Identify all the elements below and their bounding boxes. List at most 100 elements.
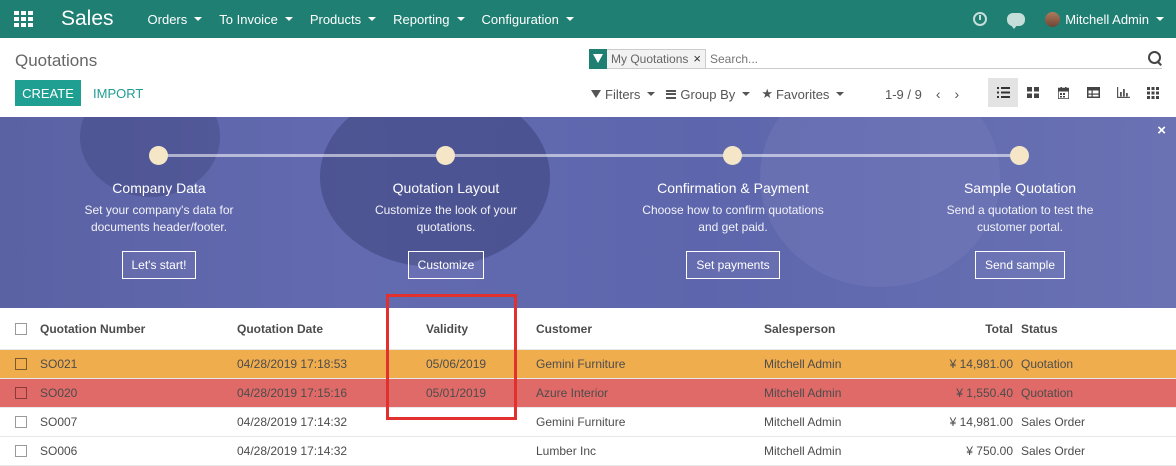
grid-view-button[interactable] (1138, 78, 1168, 107)
select-all-checkbox[interactable] (15, 322, 27, 335)
caret-down-icon (368, 17, 377, 21)
menu-orders[interactable]: Orders (148, 12, 203, 27)
menu-reporting[interactable]: Reporting (393, 12, 465, 27)
caret-down-icon (742, 92, 751, 96)
cell-number: SO007 (40, 415, 78, 429)
step-dot (149, 146, 168, 165)
page-title: Quotations (15, 51, 98, 70)
lets-start-button[interactable]: Let's start! (121, 251, 197, 279)
caret-down-icon (836, 92, 845, 96)
table-row[interactable]: SO006 04/28/2019 17:14:32 Lumber Inc Mit… (0, 437, 1176, 466)
main-menu: Orders To Invoice Products Reporting Con… (148, 12, 591, 27)
caret-down-icon (647, 92, 656, 96)
step-description: Customize the look of your quotations. (331, 202, 561, 236)
search-icon[interactable] (1148, 51, 1162, 65)
cell-status: Quotation (1021, 386, 1074, 400)
onboarding-banner: × Company Data Set your company's data f… (0, 117, 1176, 308)
apps-menu-icon[interactable] (14, 11, 34, 27)
app-brand[interactable]: Sales (61, 7, 114, 31)
step-description: Choose how to confirm quotations and get … (618, 202, 848, 236)
cell-status: Sales Order (1021, 444, 1086, 458)
close-icon[interactable]: × (1157, 122, 1166, 139)
pager-previous-icon[interactable]: ‹ (936, 86, 941, 102)
user-name: Mitchell Admin (1065, 11, 1149, 27)
caret-down-icon (284, 17, 293, 21)
caret-down-icon (1156, 17, 1164, 21)
cell-salesperson: Mitchell Admin (764, 386, 842, 400)
filters-dropdown[interactable]: Filters (591, 86, 656, 102)
set-payments-button[interactable]: Set payments (686, 251, 780, 279)
step-title: Company Data (112, 180, 206, 196)
kanban-view-button[interactable] (1018, 78, 1048, 107)
cell-date: 04/28/2019 17:15:16 (237, 386, 348, 400)
cell-date: 04/28/2019 17:14:32 (237, 415, 348, 429)
caret-down-icon (456, 17, 465, 21)
groupby-dropdown[interactable]: Group By (666, 86, 751, 102)
menu-label: Orders (147, 11, 188, 27)
column-header-salesperson[interactable]: Salesperson (764, 322, 835, 336)
row-checkbox[interactable] (15, 358, 27, 370)
pager-next-icon[interactable]: › (955, 86, 960, 102)
quotations-table: Quotation Number Quotation Date Validity… (0, 308, 1176, 466)
messaging-chat-icon[interactable] (1007, 12, 1026, 29)
bars-icon (666, 89, 677, 99)
table-row[interactable]: SO021 04/28/2019 17:18:53 05/06/2019 Gem… (0, 350, 1176, 379)
favorites-label: Favorites (775, 86, 830, 102)
menu-configuration[interactable]: Configuration (482, 12, 574, 27)
column-header-status[interactable]: Status (1021, 322, 1058, 336)
pager-value[interactable]: 1-9 / 9 (885, 87, 922, 102)
groupby-label: Group By (680, 86, 736, 102)
funnel-icon (591, 89, 601, 99)
step-quotation-layout: Quotation Layout Customize the look of y… (331, 180, 561, 279)
step-description: Send a quotation to test the customer por… (905, 202, 1135, 236)
search-bar: My Quotations × (589, 48, 1162, 69)
cell-date: 04/28/2019 17:14:32 (237, 444, 348, 458)
menu-to-invoice[interactable]: To Invoice (219, 12, 293, 27)
avatar (1045, 11, 1061, 27)
table-row[interactable]: SO007 04/28/2019 17:14:32 Gemini Furnitu… (0, 408, 1176, 437)
search-facet: My Quotations × (607, 48, 706, 69)
top-navbar: Sales Orders To Invoice Products Reporti… (0, 0, 1176, 38)
row-checkbox[interactable] (15, 387, 27, 399)
cell-total: ¥ 750.00 (966, 444, 1013, 458)
send-sample-button[interactable]: Send sample (974, 251, 1066, 279)
column-header-date[interactable]: Quotation Date (237, 322, 323, 336)
row-checkbox[interactable] (15, 416, 27, 428)
customize-button[interactable]: Customize (407, 251, 485, 279)
control-panel: Quotations My Quotations × CREATE IMPORT… (0, 38, 1176, 118)
step-desc-line: Choose how to confirm quotations (642, 203, 824, 217)
search-input[interactable] (709, 51, 1110, 66)
cell-status: Quotation (1021, 357, 1074, 371)
step-confirmation-payment: Confirmation & Payment Choose how to con… (618, 180, 848, 279)
step-description: Set your company's data for documents hea… (44, 202, 274, 236)
step-desc-line: Set your company's data for (84, 203, 234, 217)
graph-view-button[interactable] (1108, 78, 1138, 107)
activity-clock-icon[interactable] (973, 12, 988, 26)
bar-chart-icon (1116, 87, 1130, 98)
systray: Mitchell Admin (973, 0, 1176, 38)
cell-total: ¥ 1,550.40 (956, 386, 1013, 400)
filter-facet-icon (589, 48, 607, 69)
step-sample-quotation: Sample Quotation Send a quotation to tes… (905, 180, 1135, 279)
column-header-total[interactable]: Total (985, 322, 1013, 336)
calendar-view-button[interactable] (1048, 78, 1078, 107)
filters-label: Filters (605, 86, 641, 102)
user-menu[interactable]: Mitchell Admin (1045, 11, 1164, 27)
table-row[interactable]: SO020 04/28/2019 17:15:16 05/01/2019 Azu… (0, 379, 1176, 408)
favorites-dropdown[interactable]: ★ Favorites (761, 86, 845, 102)
import-button[interactable]: IMPORT (93, 86, 143, 101)
column-header-number[interactable]: Quotation Number (40, 322, 145, 336)
column-header-customer[interactable]: Customer (536, 322, 592, 336)
progress-track (158, 154, 1020, 157)
step-desc-line: Customize the look of your (374, 203, 518, 217)
cell-customer: Azure Interior (536, 386, 609, 400)
step-desc-line: Send a quotation to test the (946, 203, 1094, 217)
caret-down-icon (565, 17, 574, 21)
remove-facet-icon[interactable]: × (693, 51, 701, 66)
view-switcher (988, 78, 1168, 107)
row-checkbox[interactable] (15, 445, 27, 457)
pivot-view-button[interactable] (1078, 78, 1108, 107)
menu-products[interactable]: Products (310, 12, 377, 27)
create-button[interactable]: CREATE (15, 80, 81, 106)
list-view-button[interactable] (988, 78, 1018, 107)
